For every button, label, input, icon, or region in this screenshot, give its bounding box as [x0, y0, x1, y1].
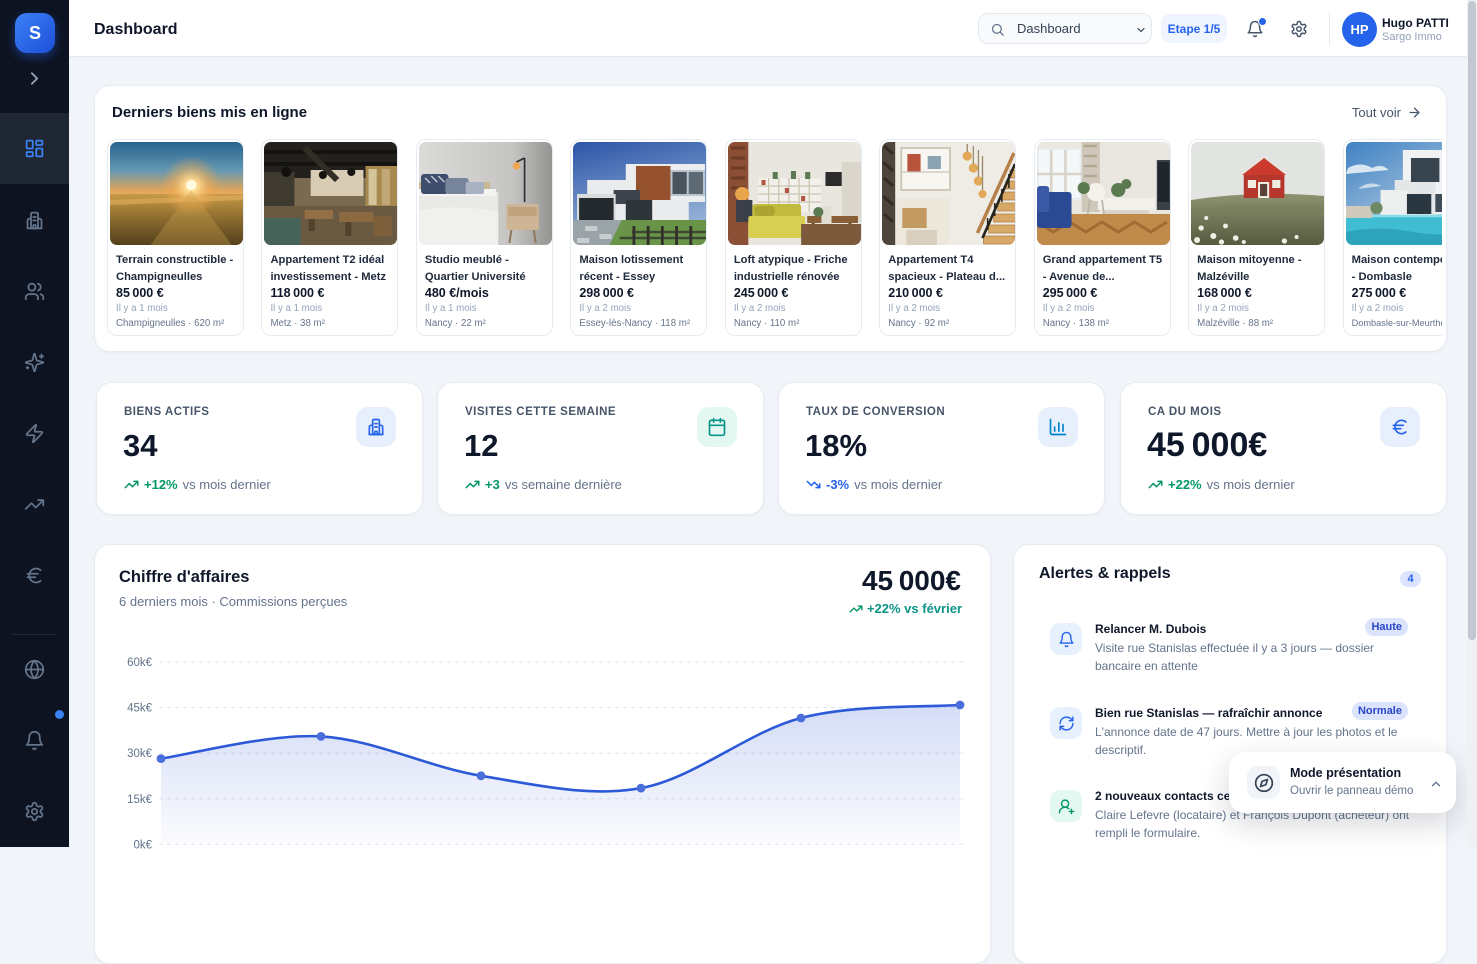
svg-text:30k€: 30k€: [127, 748, 153, 760]
svg-text:60k€: 60k€: [127, 657, 153, 669]
svg-text:15k€: 15k€: [127, 794, 153, 806]
svg-text:45k€: 45k€: [127, 703, 153, 715]
svg-text:0k€: 0k€: [133, 839, 152, 851]
